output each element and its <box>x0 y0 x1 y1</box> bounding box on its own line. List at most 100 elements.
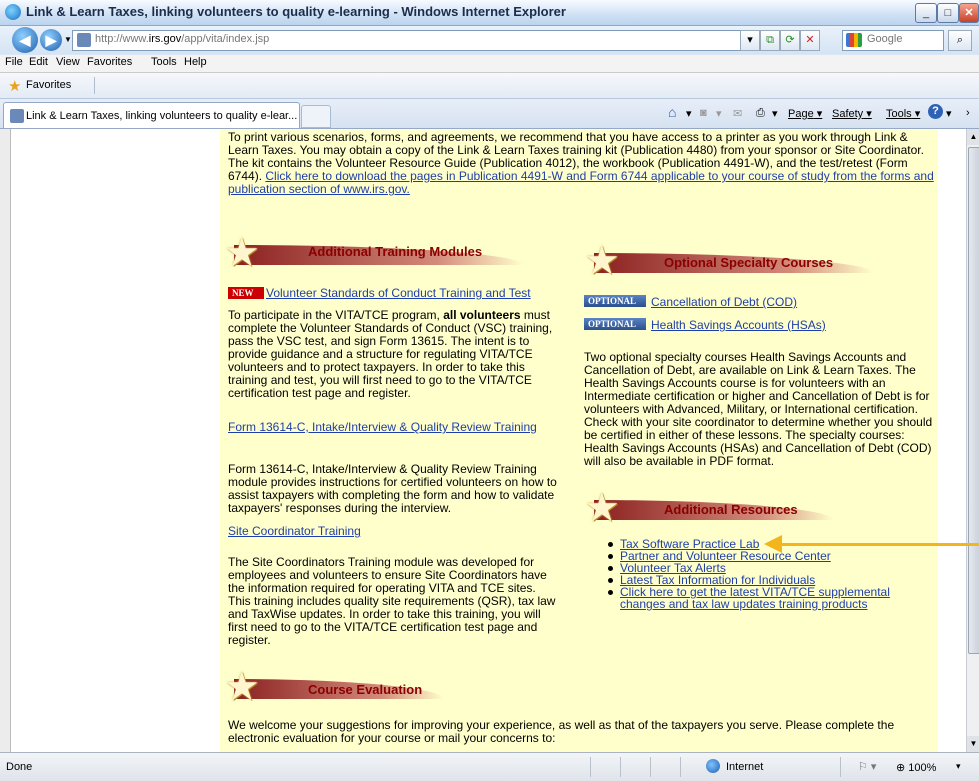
menu-edit[interactable]: Edit <box>29 56 48 68</box>
cod-course-link[interactable]: Cancellation of Debt (COD) <box>651 296 797 309</box>
status-divider <box>680 757 681 777</box>
form-13614c-description: Form 13614-C, Intake/Interview & Quality… <box>228 462 557 515</box>
compatibility-view-icon[interactable]: ⧉ <box>760 30 780 51</box>
scrollbar-thumb[interactable] <box>968 147 979 654</box>
scroll-up-arrow-icon[interactable]: ▲ <box>967 129 979 145</box>
favorites-divider <box>94 77 95 94</box>
section-title: Optional Specialty Courses <box>664 255 834 270</box>
tab-row: Link & Learn Taxes, linking volunteers t… <box>0 99 979 129</box>
vertical-scrollbar[interactable]: ▲ ▼ <box>966 129 979 752</box>
menu-file[interactable]: File <box>5 56 23 68</box>
optional-courses-description: Two optional specialty courses Health Sa… <box>584 350 933 468</box>
hsa-course-link[interactable]: Health Savings Accounts (HSAs) <box>651 319 826 332</box>
safety-menu[interactable]: Safety ▾ <box>832 107 872 120</box>
toolbar-overflow-icon[interactable]: › <box>966 107 970 119</box>
back-button[interactable]: ◀ <box>12 27 38 53</box>
mail-icon[interactable]: ✉ <box>733 107 742 120</box>
new-tab-button[interactable] <box>301 105 331 128</box>
list-item: Click here to get the latest VITA/TCE su… <box>604 586 934 610</box>
site-coordinator-description: The Site Coordinators Training module wa… <box>228 555 556 647</box>
vsc-description: To participate in the VITA/TCE program, … <box>228 308 553 400</box>
favorites-button[interactable]: Favorites <box>26 79 71 91</box>
site-coordinator-link[interactable]: Site Coordinator Training <box>228 525 361 538</box>
help-dropdown-icon[interactable]: ▾ <box>946 107 952 120</box>
menu-view[interactable]: View <box>56 56 80 68</box>
home-icon[interactable]: ⌂ <box>668 104 676 120</box>
tab-favicon-icon <box>10 109 24 123</box>
zoom-dropdown-icon[interactable]: ▾ <box>956 761 961 772</box>
zoom-control[interactable]: ⊕ 100% <box>896 761 936 774</box>
status-divider <box>620 757 621 777</box>
optional-badge: OPTIONAL <box>584 318 647 330</box>
search-placeholder: Google <box>867 33 903 45</box>
tools-menu[interactable]: Tools ▾ <box>886 107 920 120</box>
star-icon: ★ <box>584 239 620 283</box>
page-content: To print various scenarios, forms, and a… <box>220 129 938 752</box>
stop-icon[interactable]: ✕ <box>800 30 820 51</box>
print-icon[interactable]: ⎙ <box>756 107 765 120</box>
ie-logo-icon <box>5 4 21 20</box>
menu-bar: File Edit View Favorites Tools Help <box>0 55 979 73</box>
feeds-dropdown-icon[interactable]: ▾ <box>716 107 722 120</box>
feeds-icon[interactable]: ◙ <box>700 107 707 119</box>
star-icon: ★ <box>224 665 260 709</box>
status-divider <box>840 757 841 777</box>
section-title: Course Evaluation <box>308 682 423 697</box>
address-bar-row: ◀ ▶ ▼ http://www.irs.gov/app/vita/index.… <box>0 26 979 54</box>
maximize-button[interactable]: □ <box>937 3 959 23</box>
status-bar: Done Internet ⚐ ▾ ⊕ 100% ▾ <box>0 752 979 781</box>
supplemental-changes-link[interactable]: Click here to get the latest VITA/TCE su… <box>620 585 890 611</box>
refresh-icon[interactable]: ⟳ <box>780 30 800 51</box>
print-dropdown-icon[interactable]: ▾ <box>772 107 778 120</box>
tab-title: Link & Learn Taxes, linking volunteers t… <box>26 110 298 122</box>
additional-resources-heading: ★ Additional Resources <box>584 488 884 530</box>
internet-zone-icon <box>706 759 720 773</box>
address-dropdown-button[interactable]: ▾ <box>740 30 760 51</box>
page-menu[interactable]: Page ▾ <box>788 107 822 120</box>
google-logo-icon <box>846 33 862 47</box>
status-divider <box>650 757 651 777</box>
optional-specialty-courses-heading: ★ Optional Specialty Courses <box>584 241 884 283</box>
additional-training-modules-heading: ★ Additional Training Modules <box>224 233 524 275</box>
history-dropdown-icon[interactable]: ▼ <box>64 35 72 44</box>
download-pages-link[interactable]: Click here to download the pages in Publ… <box>228 169 934 196</box>
search-field[interactable]: Google <box>842 30 944 51</box>
browser-tab[interactable]: Link & Learn Taxes, linking volunteers t… <box>3 102 300 128</box>
callout-arrow-icon <box>764 535 782 553</box>
favorites-bar: ★ Favorites <box>0 73 979 99</box>
form-13614c-link[interactable]: Form 13614-C, Intake/Interview & Quality… <box>228 421 537 434</box>
menu-tools[interactable]: Tools <box>151 56 177 68</box>
status-text: Done <box>6 761 33 773</box>
course-evaluation-heading: ★ Course Evaluation <box>224 667 524 709</box>
home-dropdown-icon[interactable]: ▾ <box>686 107 692 120</box>
favorites-star-icon[interactable]: ★ <box>8 77 21 95</box>
close-button[interactable]: ✕ <box>959 3 979 23</box>
page-viewport: To print various scenarios, forms, and a… <box>0 129 966 752</box>
help-icon[interactable]: ? <box>928 104 943 119</box>
scroll-down-arrow-icon[interactable]: ▼ <box>967 736 979 752</box>
section-title: Additional Training Modules <box>308 244 483 259</box>
window-title: Link & Learn Taxes, linking volunteers t… <box>26 4 566 19</box>
minimize-button[interactable]: _ <box>915 3 937 23</box>
status-divider <box>590 757 591 777</box>
protected-mode-icon[interactable]: ⚐ ▾ <box>858 760 876 773</box>
vsc-training-link[interactable]: Volunteer Standards of Conduct Training … <box>266 287 531 300</box>
star-icon: ★ <box>224 231 260 275</box>
evaluation-description: We welcome your suggestions for improvin… <box>228 718 895 745</box>
section-title: Additional Resources <box>664 502 798 517</box>
menu-favorites[interactable]: Favorites <box>87 56 132 68</box>
site-favicon-icon <box>77 33 91 47</box>
callout-arrow-line <box>780 543 979 546</box>
address-field[interactable]: http://www.irs.gov/app/vita/index.jsp <box>72 30 792 51</box>
menu-help[interactable]: Help <box>184 56 207 68</box>
intro-paragraph: To print various scenarios, forms, and a… <box>228 130 934 196</box>
optional-badge: OPTIONAL <box>584 295 647 307</box>
security-zone-label: Internet <box>726 761 764 773</box>
star-icon: ★ <box>584 486 620 530</box>
search-icon[interactable]: ⌕ <box>948 30 972 51</box>
forward-button[interactable]: ▶ <box>40 29 62 51</box>
left-frame-edge <box>0 129 11 752</box>
address-text: http://www.irs.gov/app/vita/index.jsp <box>95 33 270 45</box>
new-badge: NEW <box>228 287 264 299</box>
title-bar: Link & Learn Taxes, linking volunteers t… <box>0 0 979 26</box>
